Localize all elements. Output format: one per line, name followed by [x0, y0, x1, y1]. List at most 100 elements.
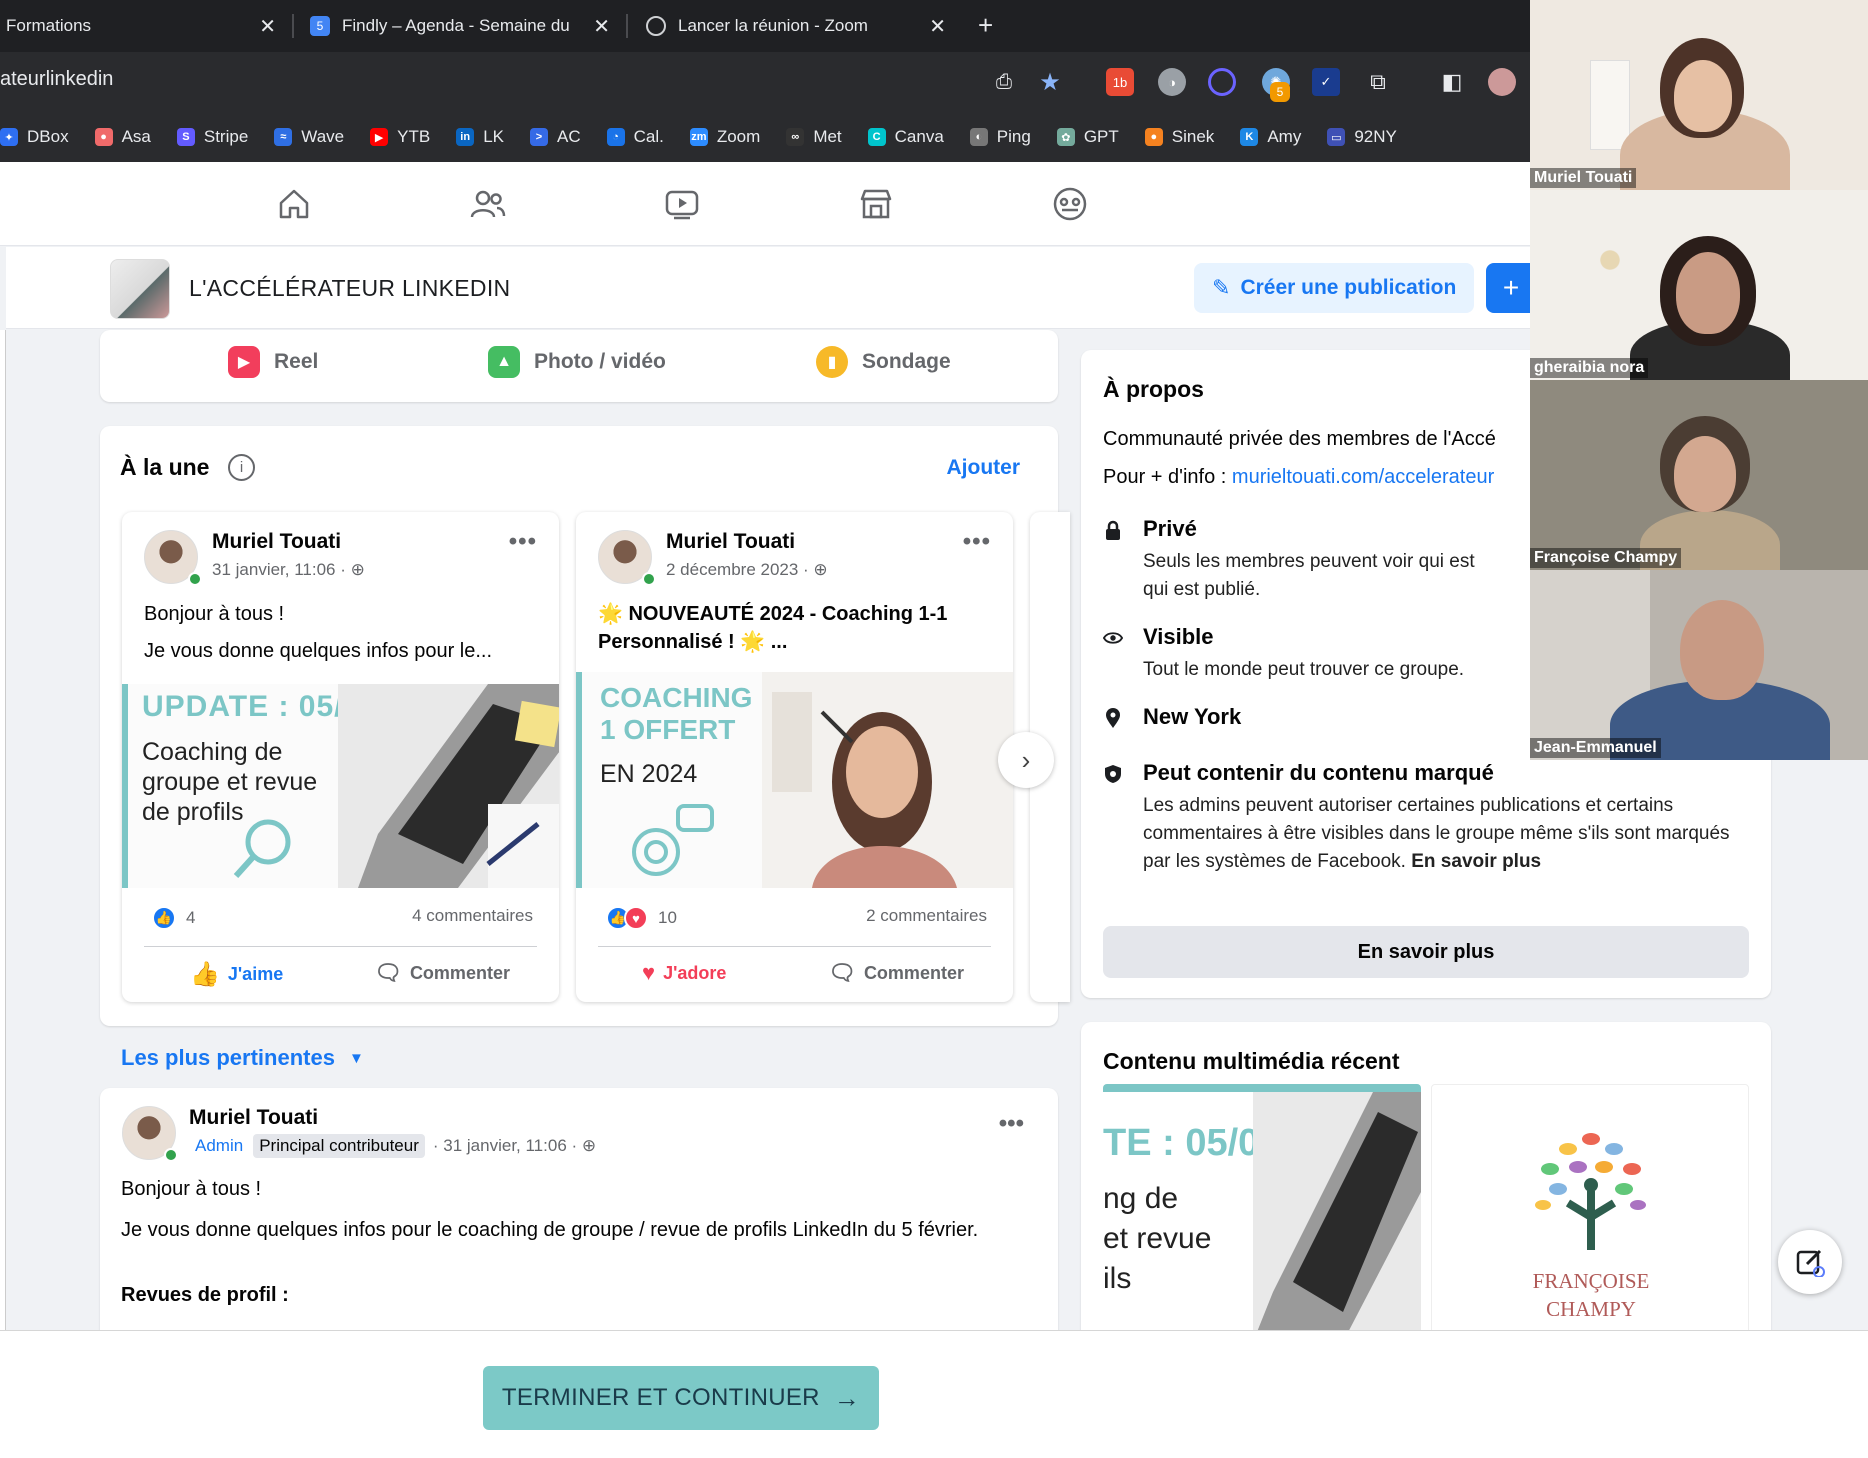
extension-icon[interactable]: 1b — [1106, 68, 1134, 96]
learn-more-button[interactable]: En savoir plus — [1103, 926, 1749, 978]
bookmark-item[interactable]: ▭ 92NY — [1327, 127, 1397, 147]
more-options-icon[interactable]: ••• — [963, 528, 991, 556]
bookmark-item[interactable]: C Canva — [867, 127, 944, 147]
browser-tab[interactable]: Formations ✕ — [6, 6, 276, 46]
media-thumbnail[interactable]: TE : 05/02 ng de et revue ils — [1103, 1084, 1421, 1330]
bookmark-item[interactable]: ◐ Ping — [969, 127, 1031, 147]
bookmark-item[interactable]: > AC — [529, 127, 581, 147]
extension-icon[interactable]: ◑ — [1158, 68, 1186, 96]
featured-post[interactable]: Muriel Touati 2 décembre 2023 · ⊕ ••• 🌟 … — [576, 512, 1013, 1002]
plus-button[interactable]: + — [1486, 263, 1536, 313]
bookmark-item[interactable]: ▶ YTB — [370, 127, 430, 147]
finish-and-continue-button[interactable]: TERMINER ET CONTINUER → — [483, 1366, 879, 1430]
more-options-icon[interactable]: ••• — [509, 528, 537, 556]
divider — [144, 946, 537, 947]
bookmark-item[interactable]: ≈ Wave — [274, 127, 344, 147]
add-featured-link[interactable]: Ajouter — [947, 456, 1021, 480]
post-text-line: 🌟 NOUVEAUTÉ 2024 - Coaching 1-1 Personna… — [598, 603, 948, 653]
contributor-badge[interactable]: Principal contributeur — [253, 1134, 425, 1158]
profile-avatar[interactable] — [1488, 68, 1516, 96]
reel-button[interactable]: ▶ Reel — [228, 346, 318, 378]
video-icon[interactable] — [662, 184, 702, 224]
bookmark-icon: in — [456, 128, 475, 146]
featured-post[interactable]: Muriel Touati 31 janvier, 11:06 · ⊕ ••• … — [122, 512, 559, 1002]
bookmark-item[interactable]: ∞ Met — [786, 127, 842, 147]
extension-icon[interactable] — [1208, 68, 1236, 96]
participant-figure — [1674, 436, 1736, 512]
bookmark-item[interactable]: zm Zoom — [689, 127, 760, 147]
puzzle-icon[interactable]: ⧉ — [1364, 68, 1392, 96]
participant-figure — [1674, 60, 1732, 132]
bookmark-item[interactable]: S Stripe — [176, 127, 248, 147]
url-field[interactable]: ateurlinkedin — [0, 68, 113, 91]
reaction-summary[interactable]: 👍 4 — [152, 906, 195, 930]
chevron-right-icon[interactable]: › — [998, 732, 1054, 788]
post-image[interactable]: UPDATE : 05/02 Coaching de groupe et rev… — [122, 684, 559, 888]
comment-count[interactable]: 4 commentaires — [412, 906, 533, 926]
video-tile[interactable]: Muriel Touati — [1530, 0, 1868, 190]
bookmark-item[interactable]: ● Sinek — [1144, 127, 1214, 147]
featured-section: À la une i Ajouter Muriel Touati 31 janv… — [100, 426, 1070, 1026]
group-name[interactable]: L'ACCÉLÉRATEUR LINKEDIN — [189, 275, 510, 302]
video-tile[interactable]: gheraibia nora — [1530, 190, 1868, 380]
post-author[interactable]: Muriel Touati — [212, 530, 341, 554]
extension-icon[interactable]: ✓ — [1312, 68, 1340, 96]
more-options-icon[interactable]: ••• — [999, 1110, 1024, 1138]
create-post-button[interactable]: ✎ Créer une publication — [1194, 263, 1475, 313]
poll-button[interactable]: ▮ Sondage — [816, 346, 951, 378]
media-thumbnail[interactable]: FRANÇOISE CHAMPY — [1431, 1084, 1749, 1330]
install-icon[interactable]: ⎙ — [990, 68, 1018, 96]
marketplace-icon[interactable] — [856, 184, 896, 224]
love-button[interactable]: ♥ J'adore — [642, 960, 726, 986]
location-title[interactable]: New York — [1143, 704, 1241, 730]
comment-button[interactable]: 🗨 Commenter — [828, 960, 964, 986]
bookmark-icon: ▶ — [370, 128, 389, 146]
video-tile[interactable]: Jean-Emmanuel — [1530, 570, 1868, 760]
gaming-icon[interactable] — [1050, 184, 1090, 224]
like-reaction-icon: 👍 — [152, 906, 176, 930]
bookmark-star-icon[interactable]: ★ — [1036, 68, 1064, 96]
comment-button[interactable]: 🗨 Commenter — [374, 960, 510, 986]
close-icon[interactable]: ✕ — [929, 14, 946, 39]
comment-label: Commenter — [863, 962, 964, 983]
bookmark-item[interactable]: in LK — [456, 127, 504, 147]
bookmark-item[interactable]: ✿ GPT — [1056, 127, 1119, 147]
close-icon[interactable]: ✕ — [593, 14, 610, 39]
close-icon[interactable]: ✕ — [259, 14, 276, 39]
external-link[interactable]: murieltouati.com/accelerateur — [1232, 466, 1494, 488]
facebook-nav — [0, 162, 1530, 246]
like-button[interactable]: 👍 J'aime — [190, 960, 283, 989]
participant-figure — [1676, 252, 1740, 334]
browser-tab[interactable]: 5 Findly – Agenda - Semaine du ✕ — [310, 6, 610, 46]
post-date[interactable]: 2 décembre 2023 · ⊕ — [666, 560, 828, 580]
post-date[interactable]: 31 janvier, 11:06 · ⊕ — [212, 560, 365, 580]
online-status-dot — [642, 572, 656, 586]
bookmark-item[interactable]: ◔ Cal. — [606, 127, 664, 147]
participant-name: gheraibia nora — [1530, 358, 1649, 378]
group-cover-thumbnail[interactable] — [110, 259, 170, 319]
reaction-summary[interactable]: 👍 ♥ 10 — [606, 906, 677, 930]
home-icon[interactable] — [274, 184, 314, 224]
sort-dropdown[interactable]: Les plus pertinentes ▼ — [121, 1045, 364, 1071]
post-date[interactable]: · 31 janvier, 11:06 · ⊕ — [433, 1136, 596, 1156]
admin-label[interactable]: Admin — [195, 1136, 243, 1156]
participant-figure — [1680, 600, 1764, 700]
comment-count[interactable]: 2 commentaires — [866, 906, 987, 926]
bookmark-icon: ≈ — [274, 128, 293, 146]
post-author[interactable]: Muriel Touati — [666, 530, 795, 554]
sidepanel-icon[interactable]: ◧ — [1438, 68, 1466, 96]
learn-more-link[interactable]: En savoir plus — [1411, 851, 1541, 872]
bookmark-item[interactable]: ✦ DBox — [0, 127, 69, 147]
photo-video-button[interactable]: ▲ Photo / vidéo — [488, 346, 666, 378]
compose-message-icon[interactable] — [1778, 1230, 1842, 1294]
video-tile[interactable]: Françoise Champy — [1530, 380, 1868, 570]
bookmark-item[interactable]: ● Asa — [94, 127, 151, 147]
info-icon[interactable]: i — [228, 454, 255, 481]
online-status-dot — [164, 1148, 178, 1162]
post-image[interactable]: COACHING 1-1 OFFERT EN 2024 — [576, 672, 1013, 888]
friends-icon[interactable] — [468, 184, 508, 224]
post-author[interactable]: Muriel Touati — [189, 1106, 318, 1130]
browser-tab[interactable]: Lancer la réunion - Zoom ✕ — [646, 6, 946, 46]
new-tab-icon[interactable]: + — [978, 10, 993, 41]
bookmark-item[interactable]: K Amy — [1240, 127, 1301, 147]
